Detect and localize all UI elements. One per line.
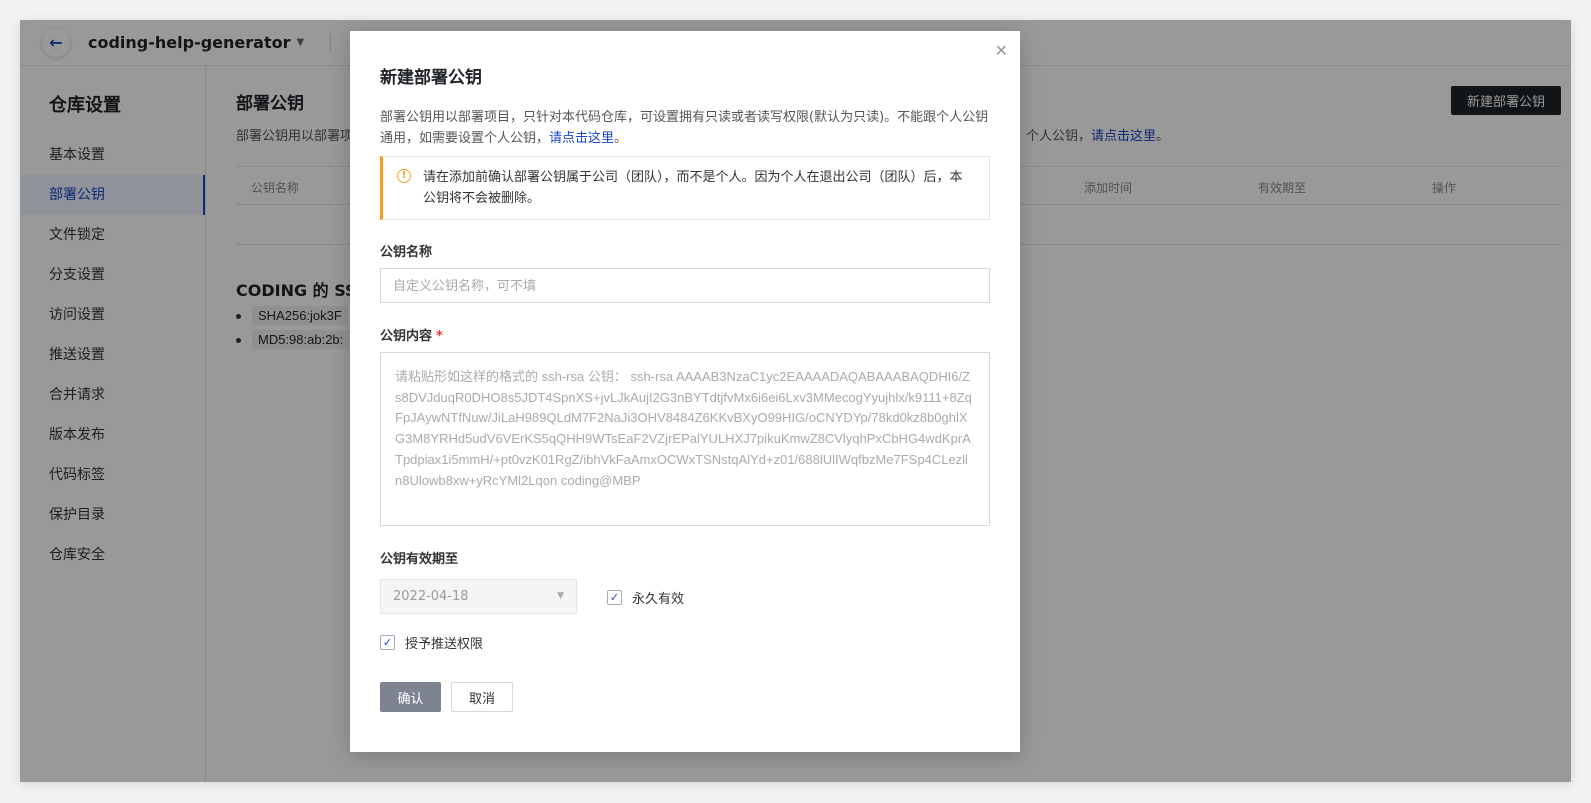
forever-label: 永久有效: [632, 592, 685, 607]
key-content-label: 公钥内容 *: [380, 325, 443, 344]
new-deploy-key-dialog: ✕ 新建部署公钥 部署公钥用以部署项目，只针对本代码仓库，可设置拥有只读或者读写…: [350, 31, 1020, 752]
dialog-desc-period: 。: [614, 131, 628, 146]
warning-alert: ! 请在添加前确认部署公钥属于公司（团队），而不是个人。因为个人在退出公司（团队…: [380, 156, 990, 220]
expiry-date-picker[interactable]: 2022-04-18 ▼: [380, 579, 577, 614]
check-icon[interactable]: ✓: [607, 590, 622, 605]
push-permission-label: 授予推送权限: [405, 637, 484, 652]
chevron-down-icon: ▼: [557, 591, 564, 601]
personal-key-link[interactable]: 请点击这里: [549, 131, 614, 146]
expiry-label: 公钥有效期至: [380, 552, 459, 567]
app-window: ← coding-help-generator ▼ 浏览 仓库设置 基本设置 部…: [20, 20, 1571, 782]
warning-text: 请在添加前确认部署公钥属于公司（团队），而不是个人。因为个人在退出公司（团队）后…: [423, 170, 963, 206]
dialog-title: 新建部署公钥: [380, 68, 482, 88]
check-icon[interactable]: ✓: [380, 635, 395, 650]
confirm-button[interactable]: 确认: [380, 682, 441, 712]
key-content-textarea[interactable]: 请粘贴形如这样的格式的 ssh-rsa 公钥： ssh-rsa AAAAB3Nz…: [380, 352, 990, 526]
push-permission-checkbox[interactable]: ✓ 授予推送权限: [380, 633, 483, 652]
expiry-date-value: 2022-04-18: [393, 589, 469, 604]
dialog-desc-text: 部署公钥用以部署项目，只针对本代码仓库，可设置拥有只读或者读写权限(默认为只读)…: [380, 110, 989, 146]
required-mark: *: [436, 329, 443, 344]
key-content-label-text: 公钥内容: [380, 329, 433, 344]
dialog-description: 部署公钥用以部署项目，只针对本代码仓库，可设置拥有只读或者读写权限(默认为只读)…: [380, 107, 990, 149]
key-name-input[interactable]: [380, 268, 990, 303]
cancel-button[interactable]: 取消: [451, 682, 513, 712]
warning-icon: !: [397, 169, 411, 183]
close-icon[interactable]: ✕: [995, 41, 1008, 60]
forever-checkbox[interactable]: ✓ 永久有效: [607, 588, 684, 607]
key-name-label: 公钥名称: [380, 245, 433, 260]
